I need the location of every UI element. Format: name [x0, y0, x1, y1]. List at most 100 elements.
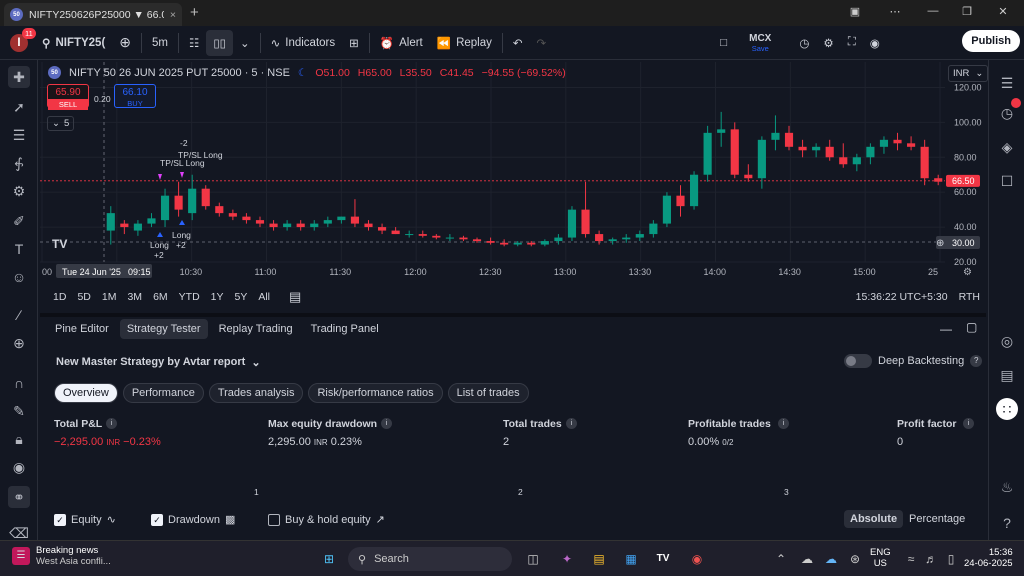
info-icon[interactable]: i — [106, 418, 117, 429]
lock-pencil-icon[interactable]: ✎ — [8, 400, 30, 422]
go-to-date-icon[interactable]: ▤ — [289, 289, 301, 305]
brush-icon[interactable]: ✐ — [8, 210, 30, 232]
equity-curve[interactable]: 1 2 3 — [254, 470, 924, 500]
templates-button[interactable]: ⊞ — [342, 30, 366, 56]
mode-percentage-button[interactable]: Percentage — [909, 513, 965, 525]
lock-icon[interactable]: 🔒︎ — [8, 428, 30, 450]
subtab-list-of-trades[interactable]: List of trades — [447, 383, 529, 403]
maximize-panel-icon[interactable]: ▢ — [966, 320, 977, 334]
bar-type-button[interactable]: ☷ — [182, 30, 206, 56]
subtab-performance[interactable]: Performance — [122, 383, 204, 403]
emoji-icon[interactable]: ☺ — [8, 266, 30, 288]
chart-type-dropdown[interactable]: ⌄ — [233, 30, 257, 56]
language-indicator[interactable]: ENG US — [870, 547, 891, 569]
indicators-button[interactable]: ∿ Indicators — [264, 30, 343, 56]
range-5d[interactable]: 5D — [77, 291, 90, 303]
info-icon[interactable]: i — [566, 418, 577, 429]
new-tab-button[interactable]: + — [190, 4, 199, 21]
redo-button[interactable]: ↷ — [530, 30, 554, 56]
buy-button[interactable]: 66.10 BUY — [114, 84, 156, 108]
drawdown-checkbox[interactable]: ✓ Drawdown ▩ — [151, 513, 235, 526]
more-options-icon[interactable]: ⋯ — [880, 5, 910, 21]
chrome-icon[interactable]: ◉ — [686, 548, 708, 570]
range-5y[interactable]: 5Y — [235, 291, 248, 303]
browser-tab[interactable]: 50 NIFTY250626P25000 ▼ 66.05 · × — [4, 3, 182, 26]
info-icon[interactable]: i — [381, 418, 392, 429]
session-label[interactable]: RTH — [959, 291, 980, 303]
task-view-icon[interactable]: ◫ — [522, 548, 544, 570]
tab-replay-trading[interactable]: Replay Trading — [212, 319, 300, 339]
layers-icon[interactable]: ◈ — [996, 136, 1018, 158]
subtab-trades-analysis[interactable]: Trades analysis — [208, 383, 304, 403]
settings-button[interactable]: ⚙ — [816, 30, 840, 56]
help-icon[interactable]: ? — [996, 512, 1018, 534]
crosshair-icon[interactable]: ✚ — [8, 66, 30, 88]
currency-selector[interactable]: INR ⌄ — [948, 65, 989, 82]
zoom-icon[interactable]: ⊕ — [8, 332, 30, 354]
calendar-icon[interactable]: ▤ — [996, 364, 1018, 386]
tab-pine-editor[interactable]: Pine Editor — [48, 319, 116, 339]
info-icon[interactable]: i — [963, 418, 974, 429]
text-icon[interactable]: T — [8, 238, 30, 260]
undo-button[interactable]: ↶ — [506, 30, 530, 56]
interval-button[interactable]: 5m — [145, 30, 175, 56]
tab-close-icon[interactable]: × — [170, 9, 176, 21]
bluetooth-icon[interactable]: ⊛ — [844, 548, 866, 570]
ruler-icon[interactable]: ∕ — [8, 304, 30, 326]
indicator-collapse-toggle[interactable]: ⌄ 5 — [47, 116, 75, 131]
range-1y[interactable]: 1Y — [211, 291, 224, 303]
close-window-icon[interactable]: ✕ — [988, 5, 1018, 21]
link-icon[interactable]: ⚭ — [8, 486, 30, 508]
fullscreen-button[interactable]: ⛶ — [841, 30, 863, 56]
copilot-icon[interactable]: ✦ — [556, 548, 578, 570]
quick-search-button[interactable]: ◷ — [792, 30, 816, 56]
restore-icon[interactable]: ❐ — [952, 5, 982, 21]
forecast-icon[interactable]: ⚙ — [8, 180, 30, 202]
info-icon[interactable]: ? — [970, 355, 983, 367]
battery-icon[interactable]: ▯ — [940, 548, 962, 570]
info-icon[interactable]: i — [778, 418, 789, 429]
fib-icon[interactable]: ☰ — [8, 124, 30, 146]
buyhold-checkbox[interactable]: Buy & hold equity ↗ — [268, 513, 385, 526]
minimize-icon[interactable]: — — [918, 5, 948, 21]
bell-icon[interactable]: ♨ — [996, 476, 1018, 498]
target-icon[interactable]: ◎ — [996, 330, 1018, 352]
range-6m[interactable]: 6M — [153, 291, 168, 303]
eye-icon[interactable]: ◉ — [8, 456, 30, 478]
subtab-overview[interactable]: Overview — [54, 383, 118, 403]
chat-icon[interactable]: ☐ — [996, 170, 1018, 192]
range-1d[interactable]: 1D — [53, 291, 66, 303]
volume-icon[interactable]: ♬ — [920, 548, 942, 570]
range-3m[interactable]: 3M — [127, 291, 142, 303]
taskbar-search[interactable]: ⚲ Search — [348, 547, 512, 571]
publish-button[interactable]: Publish — [962, 30, 1020, 52]
file-explorer-icon[interactable]: ▤ — [588, 548, 610, 570]
user-avatar[interactable]: I 11 — [0, 27, 36, 56]
weather-icon[interactable]: ☁ — [796, 548, 818, 570]
watchlist-icon[interactable]: ☰ — [996, 72, 1018, 94]
magnet-icon[interactable]: ∩ — [8, 372, 30, 394]
tab-trading-panel[interactable]: Trading Panel — [304, 319, 386, 339]
symbol-search[interactable]: ⚲ NIFTY25( — [35, 30, 112, 56]
strategy-selector[interactable]: New Master Strategy by Avtar report ⌄ — [56, 356, 261, 369]
replay-button[interactable]: ⏪ Replay — [430, 30, 499, 56]
layout-button[interactable]: □ — [713, 30, 734, 56]
minimize-panel-icon[interactable]: — — [940, 322, 952, 336]
windows-start-icon[interactable]: ⊞ — [318, 548, 340, 570]
wifi-icon[interactable]: ≈ — [900, 548, 922, 570]
clock[interactable]: 15:36 24-06-2025 — [964, 547, 1013, 569]
clock-label[interactable]: 15:36:22 UTC+5:30 — [856, 291, 948, 303]
window-layout-icon[interactable]: ▣ — [840, 5, 870, 21]
tab-strategy-tester[interactable]: Strategy Tester — [119, 319, 208, 339]
news-widget[interactable]: ☰ Breaking news West Asia confli... — [12, 545, 111, 567]
onedrive-icon[interactable]: ☁ — [820, 548, 842, 570]
compare-button[interactable]: ⊕ — [112, 30, 138, 56]
range-all[interactable]: All — [258, 291, 270, 303]
snapshot-button[interactable]: ◉ — [863, 30, 887, 56]
range-1m[interactable]: 1M — [102, 291, 117, 303]
trend-line-icon[interactable]: ➚ — [8, 96, 30, 118]
pattern-icon[interactable]: ⨗ — [8, 152, 30, 174]
candles-button[interactable]: ▯▯ — [206, 29, 233, 56]
exchange-layout-save[interactable]: MCX Save — [742, 30, 778, 56]
subtab-risk-ratios[interactable]: Risk/performance ratios — [308, 383, 443, 403]
